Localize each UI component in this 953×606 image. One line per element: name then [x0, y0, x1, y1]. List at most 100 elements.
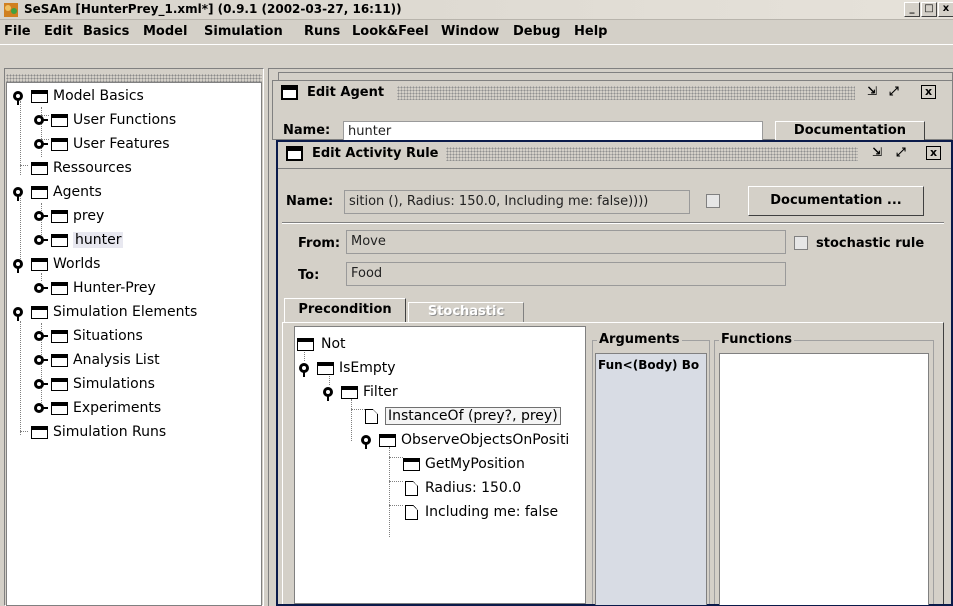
menu-file[interactable]: File	[4, 24, 31, 39]
to-label: To:	[298, 268, 320, 283]
tree-item-experiments[interactable]: Experiments	[27, 399, 257, 419]
stochastic-rule-checkbox[interactable]	[794, 236, 808, 250]
menu-help[interactable]: Help	[574, 24, 607, 39]
folder-icon	[31, 162, 48, 175]
to-field[interactable]: Food	[346, 262, 786, 286]
maximize-button[interactable]: □	[921, 2, 937, 17]
arguments-label: Arguments	[597, 332, 682, 347]
functions-group: Functions	[714, 332, 934, 605]
tree-item-simulations[interactable]: Simulations	[27, 375, 257, 395]
expand-handle-icon[interactable]	[34, 283, 48, 295]
menu-model[interactable]: Model	[143, 24, 187, 39]
argument-item[interactable]: Fun<(Body) Bo	[598, 358, 704, 372]
expand-handle-icon[interactable]	[13, 187, 27, 201]
name-option-checkbox[interactable]	[706, 194, 720, 208]
expand-handle-icon[interactable]	[361, 435, 375, 449]
maximize-icon[interactable]: ⤢	[896, 145, 906, 160]
menu-lookfeel[interactable]: Look&Feel	[352, 24, 429, 39]
agent-documentation-button[interactable]: Documentation	[775, 121, 925, 141]
expand-handle-icon[interactable]	[34, 235, 48, 247]
from-field[interactable]: Move	[346, 230, 786, 254]
tree-item-hunter-prey[interactable]: Hunter-Prey	[27, 279, 257, 299]
folder-icon	[31, 426, 48, 439]
folder-icon	[51, 138, 68, 151]
tree-item-ressources[interactable]: Ressources	[7, 159, 257, 179]
frame-window-icon	[281, 85, 298, 100]
expand-handle-icon[interactable]	[299, 363, 313, 377]
folder-icon	[51, 234, 68, 247]
folder-icon	[51, 378, 68, 391]
folder-icon	[31, 186, 48, 199]
folder-icon	[51, 282, 68, 295]
tree-item-agents[interactable]: Agents	[7, 183, 257, 203]
tab-precondition[interactable]: Precondition	[284, 298, 406, 322]
menu-basics[interactable]: Basics	[83, 24, 129, 39]
tree-item-simulation-elements[interactable]: Simulation Elements	[7, 303, 257, 323]
menu-window[interactable]: Window	[441, 24, 499, 39]
edit-agent-titlebar[interactable]: Edit Agent ⇲ ⤢ x	[273, 81, 952, 105]
expression-tree[interactable]: Not IsEmpty Filter InstanceOf (prey?, pr…	[294, 326, 586, 604]
expand-handle-icon[interactable]	[13, 259, 27, 273]
expand-handle-icon[interactable]	[34, 139, 48, 151]
expand-handle-icon[interactable]	[34, 355, 48, 367]
expand-handle-icon[interactable]	[34, 211, 48, 223]
expand-handle-icon[interactable]	[34, 331, 48, 343]
iconify-icon[interactable]: ⇲	[867, 84, 877, 98]
minimize-button[interactable]: _	[904, 2, 920, 17]
tree-item-model-basics[interactable]: Model Basics	[7, 87, 257, 107]
page-icon	[405, 481, 418, 496]
folder-icon	[51, 330, 68, 343]
agent-name-label: Name:	[283, 123, 331, 138]
close-icon[interactable]: x	[926, 146, 941, 160]
tree-item-analysis-list[interactable]: Analysis List	[27, 351, 257, 371]
expand-handle-icon[interactable]	[34, 115, 48, 127]
expand-handle-icon[interactable]	[13, 307, 27, 321]
agent-name-field[interactable]: hunter	[343, 121, 763, 141]
rule-name-label: Name:	[286, 194, 334, 209]
title-bar: SeSAm [HunterPrey_1.xml*] (0.9.1 (2002-0…	[0, 0, 953, 20]
tree-item-situations[interactable]: Situations	[27, 327, 257, 347]
tree-item-worlds[interactable]: Worlds	[7, 255, 257, 275]
close-button[interactable]: x	[938, 2, 953, 17]
tab-stochastic[interactable]: Stochastic	[408, 302, 524, 322]
arguments-list[interactable]: Fun<(Body) Bo	[595, 353, 707, 605]
tree-item-simulation-runs[interactable]: Simulation Runs	[7, 423, 257, 443]
folder-icon	[51, 210, 68, 223]
rule-name-field[interactable]: sition (), Radius: 150.0, Including me: …	[344, 190, 690, 214]
folder-icon	[341, 386, 358, 399]
expand-handle-icon[interactable]	[323, 387, 337, 401]
page-icon	[405, 505, 418, 520]
tree-item-hunter[interactable]: hunter	[27, 231, 257, 251]
arguments-group: Arguments Fun<(Body) Bo	[592, 332, 710, 605]
model-tree[interactable]: Model Basics User Functions User Feature…	[6, 82, 262, 606]
menu-simulation[interactable]: Simulation	[204, 24, 283, 39]
tree-item-user-features[interactable]: User Features	[27, 135, 257, 155]
tree-pane-grip[interactable]	[6, 74, 262, 82]
menu-bar: File Edit Basics Model Simulation Runs L…	[0, 21, 953, 43]
functions-list[interactable]	[719, 353, 929, 605]
close-icon[interactable]: x	[921, 85, 936, 99]
frame-window-icon	[286, 146, 303, 161]
expand-handle-icon[interactable]	[13, 91, 27, 105]
iconify-icon[interactable]: ⇲	[872, 145, 882, 159]
folder-icon	[31, 306, 48, 319]
menu-runs[interactable]: Runs	[304, 24, 340, 39]
maximize-icon[interactable]: ⤢	[889, 84, 899, 99]
folder-icon	[31, 90, 48, 103]
folder-icon	[51, 402, 68, 415]
edit-agent-title: Edit Agent	[307, 85, 385, 100]
rule-documentation-button[interactable]: Documentation ...	[748, 186, 924, 216]
expand-handle-icon[interactable]	[34, 403, 48, 415]
tree-item-user-functions[interactable]: User Functions	[27, 111, 257, 131]
sesam-app-icon	[4, 3, 18, 17]
folder-icon	[317, 362, 334, 375]
edit-agent-frame: Edit Agent ⇲ ⤢ x Name: hunter Documentat…	[272, 80, 953, 141]
expand-handle-icon[interactable]	[34, 379, 48, 391]
folder-icon	[379, 434, 396, 447]
edit-rule-titlebar[interactable]: Edit Activity Rule ⇲ ⤢ x	[278, 142, 951, 166]
menu-debug[interactable]: Debug	[513, 24, 560, 39]
tree-item-prey[interactable]: prey	[27, 207, 257, 227]
edit-rule-title: Edit Activity Rule	[312, 146, 439, 161]
page-icon	[365, 409, 378, 424]
menu-edit[interactable]: Edit	[44, 24, 73, 39]
